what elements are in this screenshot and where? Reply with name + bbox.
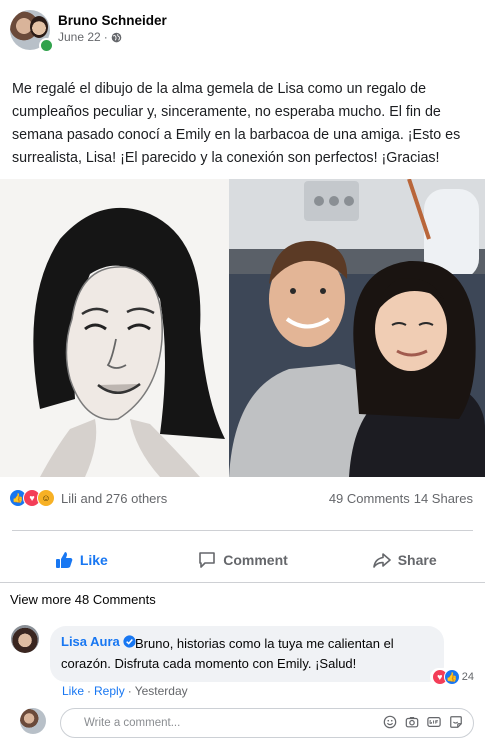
post-stats: 49 Comments 14 Shares bbox=[329, 491, 473, 506]
reaction-summary[interactable]: 👍 ♥ ☺ Lili and 276 others bbox=[9, 489, 167, 507]
share-label: Share bbox=[397, 552, 437, 568]
comment-time[interactable]: Yesterday bbox=[135, 684, 188, 698]
shares-count[interactable]: 14 Shares bbox=[414, 491, 473, 506]
comment-actions-separator: · bbox=[87, 684, 92, 698]
verified-badge-icon bbox=[123, 635, 136, 648]
comment-input[interactable]: Write a comment... bbox=[60, 708, 474, 738]
commenter-name[interactable]: Lisa Aura bbox=[61, 634, 120, 649]
post-text: Me regalé el dibujo de la alma gemela de… bbox=[12, 81, 461, 166]
comment-input-placeholder: Write a comment... bbox=[84, 717, 181, 729]
comment-label: Comment bbox=[223, 552, 288, 568]
comment-bubble: Bruno, historias como la tuya me calient… bbox=[50, 626, 476, 686]
like-reaction-icon: 👍 bbox=[443, 669, 460, 685]
post-date[interactable]: June 22 bbox=[58, 30, 101, 44]
comment-like-link[interactable]: Like bbox=[62, 684, 84, 698]
comment-reply-link[interactable]: Reply bbox=[94, 684, 125, 698]
wow-reaction-icon: ☺ bbox=[37, 489, 55, 507]
commenter-name-wrap[interactable]: Lisa Aura bbox=[61, 634, 136, 649]
sticker-icon[interactable] bbox=[449, 715, 463, 729]
comment-reaction-count: 24 bbox=[461, 671, 474, 683]
comment-button[interactable]: Comment bbox=[162, 540, 324, 580]
thumbs-up-icon bbox=[55, 552, 73, 568]
comments-count[interactable]: 49 Comments bbox=[329, 491, 410, 506]
view-more-comments[interactable]: View more 48 Comments bbox=[10, 592, 156, 607]
divider bbox=[0, 582, 485, 583]
comment-actions-separator: · bbox=[127, 684, 132, 698]
divider bbox=[12, 530, 473, 531]
online-status-dot bbox=[39, 38, 54, 53]
reaction-count[interactable]: Lili and 276 others bbox=[61, 491, 167, 506]
share-button[interactable]: Share bbox=[323, 540, 485, 580]
selfie-photo[interactable] bbox=[229, 179, 485, 477]
composer-icons bbox=[383, 715, 463, 729]
post-meta: June 22 · bbox=[58, 30, 122, 44]
author-name[interactable]: Bruno Schneider bbox=[58, 13, 167, 28]
gif-icon[interactable] bbox=[427, 715, 441, 729]
current-user-avatar[interactable] bbox=[20, 708, 46, 734]
post-photos[interactable] bbox=[0, 179, 485, 477]
like-label: Like bbox=[79, 552, 108, 568]
commenter-avatar[interactable] bbox=[11, 625, 39, 653]
comment-icon bbox=[199, 552, 216, 568]
post-actions: Like Comment Share bbox=[0, 540, 485, 580]
share-icon bbox=[372, 553, 391, 568]
sketch-illustration bbox=[0, 179, 229, 477]
emoji-icon[interactable] bbox=[383, 715, 397, 729]
sketch-portrait-photo[interactable] bbox=[0, 179, 229, 477]
meta-separator: · bbox=[103, 30, 108, 44]
globe-icon[interactable] bbox=[111, 32, 122, 43]
selfie-illustration bbox=[229, 179, 485, 477]
camera-icon[interactable] bbox=[405, 715, 419, 729]
like-button[interactable]: Like bbox=[0, 540, 162, 580]
comment-actions: Like · Reply · Yesterday bbox=[62, 684, 188, 698]
facebook-post: Bruno Schneider June 22 · Me regalé el d… bbox=[0, 0, 485, 746]
comment-reactions[interactable]: ♥ 👍 24 bbox=[429, 668, 476, 686]
